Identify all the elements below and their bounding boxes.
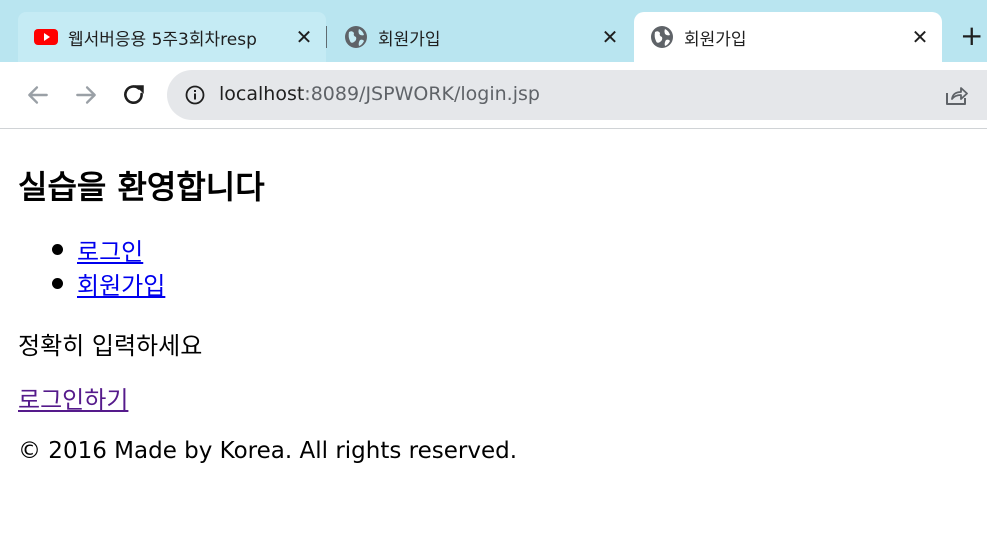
tab-strip: 웹서버응용 5주3회차resp ✕ 회원가입 ✕ 회원가입 ✕ +: [0, 0, 987, 62]
reload-icon[interactable]: [121, 82, 147, 108]
signup-menu-link[interactable]: 회원가입: [77, 266, 165, 301]
close-icon[interactable]: ✕: [906, 25, 934, 49]
close-icon[interactable]: ✕: [596, 25, 624, 49]
share-icon[interactable]: [944, 84, 968, 106]
youtube-icon: [34, 29, 58, 45]
browser-toolbar: localhost:8089/JSPWORK/login.jsp: [0, 62, 987, 129]
tab-title: 웹서버응용 5주3회차resp: [68, 29, 257, 50]
tab-youtube[interactable]: 웹서버응용 5주3회차resp ✕: [18, 12, 326, 62]
globe-icon: [345, 26, 367, 48]
tab-title: 회원가입: [684, 29, 747, 50]
forward-arrow-icon[interactable]: [73, 82, 99, 108]
tab-title: 회원가입: [378, 29, 441, 50]
info-icon[interactable]: [185, 85, 205, 105]
url-text[interactable]: localhost:8089/JSPWORK/login.jsp: [219, 83, 540, 105]
back-arrow-icon[interactable]: [25, 82, 51, 108]
close-icon[interactable]: ✕: [290, 25, 318, 49]
tab-signup-active[interactable]: 회원가입 ✕: [634, 12, 942, 62]
page-title: 실습을 환영합니다: [18, 168, 265, 206]
instruction-text: 정확히 입력하세요: [18, 332, 203, 360]
login-link[interactable]: 로그인하기: [18, 380, 128, 415]
tab-signup[interactable]: 회원가입 ✕: [328, 12, 632, 62]
tab-separator: [326, 26, 327, 48]
new-tab-button[interactable]: +: [960, 20, 983, 52]
address-bar[interactable]: localhost:8089/JSPWORK/login.jsp: [167, 70, 987, 120]
bullet: [52, 278, 63, 289]
url-path: :8089/JSPWORK/login.jsp: [304, 83, 540, 105]
globe-icon: [651, 26, 673, 48]
footer-text: © 2016 Made by Korea. All rights reserve…: [18, 438, 518, 464]
bullet: [52, 244, 63, 255]
url-host: localhost: [219, 83, 305, 105]
login-menu-link[interactable]: 로그인: [77, 232, 143, 267]
